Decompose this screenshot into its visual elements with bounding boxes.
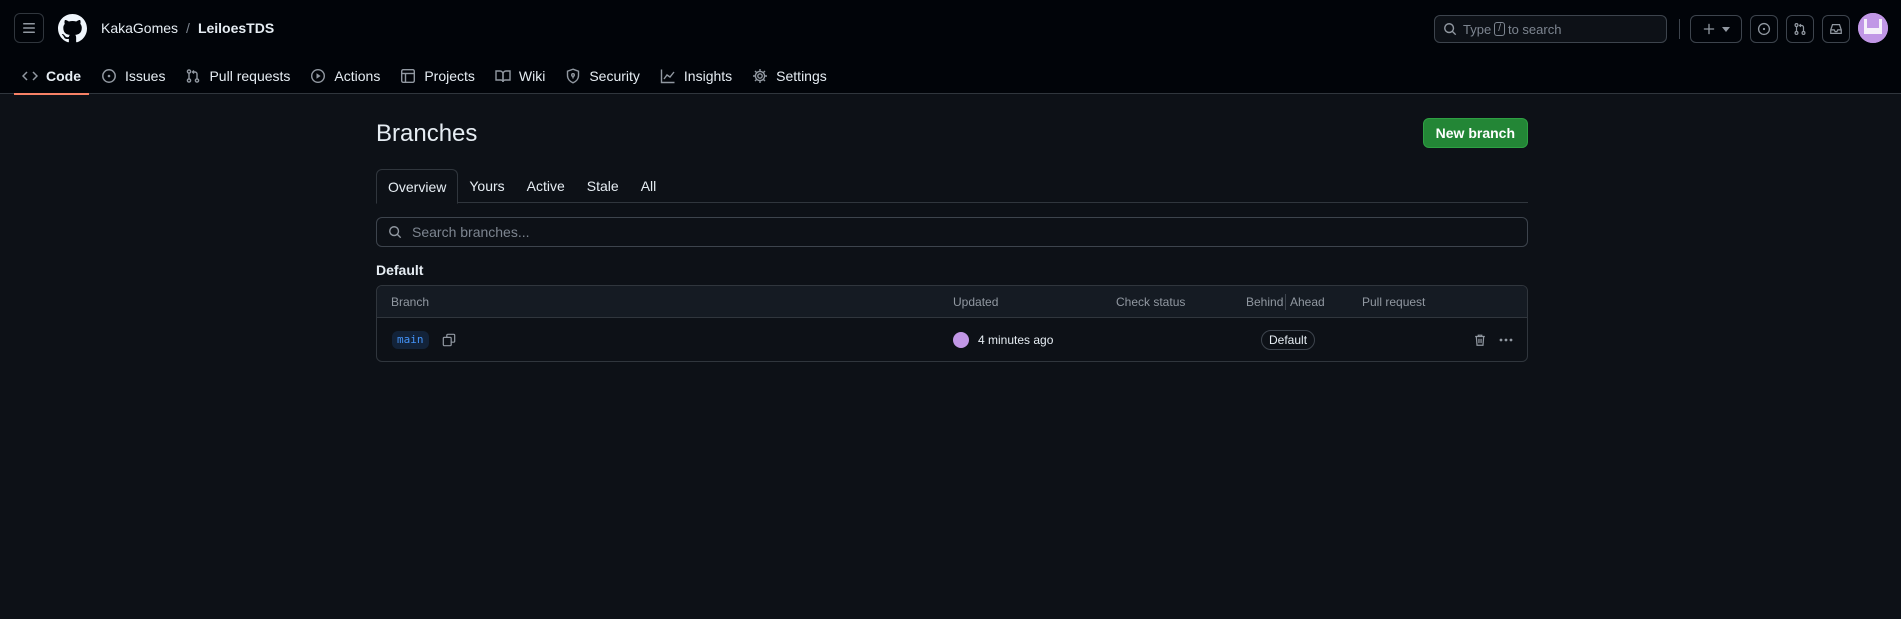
app-header: KakaGomes / LeiloesTDS Type / to search xyxy=(0,0,1901,95)
pull-requests-shortcut-button[interactable] xyxy=(1786,15,1814,43)
branch-search-placeholder: Search branches... xyxy=(412,224,530,240)
github-logo-icon[interactable] xyxy=(58,14,87,43)
trash-icon xyxy=(1475,334,1485,346)
table-header: Branch Updated Check status Behind Ahead… xyxy=(377,286,1527,318)
search-icon xyxy=(389,226,402,239)
tab-issues-label: Issues xyxy=(125,68,166,84)
branch-filter-tabs: Overview Yours Active Stale All xyxy=(376,169,1528,204)
tab-actions[interactable]: Actions xyxy=(302,58,388,94)
tab-pull-requests[interactable]: Pull requests xyxy=(177,58,298,94)
search-prefix-text: Type xyxy=(1463,21,1492,37)
breadcrumb: KakaGomes / LeiloesTDS xyxy=(101,20,274,36)
tab-active[interactable]: Active xyxy=(516,169,576,203)
tab-code[interactable]: Code xyxy=(14,58,89,95)
global-search-input[interactable]: Type / to search xyxy=(1434,15,1667,43)
tab-pull-requests-label: Pull requests xyxy=(209,68,291,84)
table-row: main 4 minutes ago Default xyxy=(377,318,1527,361)
repo-nav: Code Issues Pull requests Actions Projec… xyxy=(14,58,839,95)
title-row: Branches New branch xyxy=(376,118,1528,150)
play-icon xyxy=(311,68,326,84)
inbox-button[interactable] xyxy=(1822,15,1850,43)
plus-icon xyxy=(1703,23,1715,35)
hamburger-icon xyxy=(23,23,35,33)
tab-issues[interactable]: Issues xyxy=(93,58,173,94)
table-icon xyxy=(401,69,416,84)
column-updated: Updated xyxy=(953,295,999,309)
menu-button[interactable] xyxy=(14,13,44,43)
default-section-heading: Default xyxy=(376,262,424,278)
tab-yours[interactable]: Yours xyxy=(458,169,515,203)
global-bar: KakaGomes / LeiloesTDS Type / to search xyxy=(0,0,1901,58)
tab-actions-label: Actions xyxy=(334,68,381,84)
delete-branch-button[interactable] xyxy=(1470,330,1490,350)
tab-projects-label: Projects xyxy=(424,68,475,84)
branch-name-link[interactable]: main xyxy=(392,331,429,349)
column-behind: Behind xyxy=(1246,295,1284,309)
triangle-down-icon xyxy=(1722,27,1730,32)
issue-icon xyxy=(102,69,116,83)
inbox-icon xyxy=(1830,24,1842,34)
branches-table: Branch Updated Check status Behind Ahead… xyxy=(376,285,1528,362)
tab-projects[interactable]: Projects xyxy=(392,58,483,94)
column-pull-request: Pull request xyxy=(1362,295,1426,309)
tab-overview[interactable]: Overview xyxy=(376,169,459,204)
tab-settings[interactable]: Settings xyxy=(744,58,835,94)
search-shortcut-key: / xyxy=(1494,22,1505,36)
column-ahead: Ahead xyxy=(1290,295,1325,309)
copy-icon xyxy=(442,333,456,347)
tab-all[interactable]: All xyxy=(630,169,668,203)
search-suffix-text: to search xyxy=(1507,21,1562,37)
pull-request-icon xyxy=(187,69,200,83)
behind-ahead-divider xyxy=(1285,294,1286,310)
issues-shortcut-button[interactable] xyxy=(1750,15,1778,43)
branch-search-input[interactable]: Search branches... xyxy=(376,217,1528,247)
tab-security[interactable]: Security xyxy=(557,58,648,94)
identicon-icon xyxy=(1858,13,1888,43)
breadcrumb-separator: / xyxy=(186,20,190,36)
avatar[interactable] xyxy=(953,332,969,348)
breadcrumb-repo-link[interactable]: LeiloesTDS xyxy=(198,20,274,36)
tab-settings-label: Settings xyxy=(776,68,827,84)
kebab-horizontal-icon xyxy=(1499,338,1513,342)
breadcrumb-owner-link[interactable]: KakaGomes xyxy=(101,20,178,36)
tab-insights-label: Insights xyxy=(683,68,733,84)
tab-security-label: Security xyxy=(589,68,640,84)
book-icon xyxy=(495,70,511,83)
tab-insights[interactable]: Insights xyxy=(652,58,740,94)
tab-code-label: Code xyxy=(46,68,81,84)
more-options-button[interactable] xyxy=(1494,330,1518,350)
column-branch: Branch xyxy=(391,295,430,309)
create-new-button[interactable] xyxy=(1690,15,1742,43)
code-icon xyxy=(22,71,38,81)
shield-icon xyxy=(567,68,580,84)
issue-icon xyxy=(1757,22,1771,36)
tab-wiki[interactable]: Wiki xyxy=(487,58,553,94)
column-check-status: Check status xyxy=(1116,295,1186,309)
tab-wiki-label: Wiki xyxy=(518,68,546,84)
user-avatar[interactable] xyxy=(1858,13,1888,43)
search-icon xyxy=(1444,23,1457,36)
gear-icon xyxy=(753,69,768,83)
tab-stale[interactable]: Stale xyxy=(576,169,630,203)
copy-branch-name-button[interactable] xyxy=(439,330,459,350)
page-title: Branches xyxy=(376,120,478,147)
header-divider xyxy=(1679,19,1680,39)
status-badge: Default xyxy=(1261,330,1316,350)
pull-request-icon xyxy=(1794,23,1806,35)
new-branch-button[interactable]: New branch xyxy=(1422,118,1528,148)
graph-icon xyxy=(660,69,675,84)
updated-time: 4 minutes ago xyxy=(978,333,1054,347)
